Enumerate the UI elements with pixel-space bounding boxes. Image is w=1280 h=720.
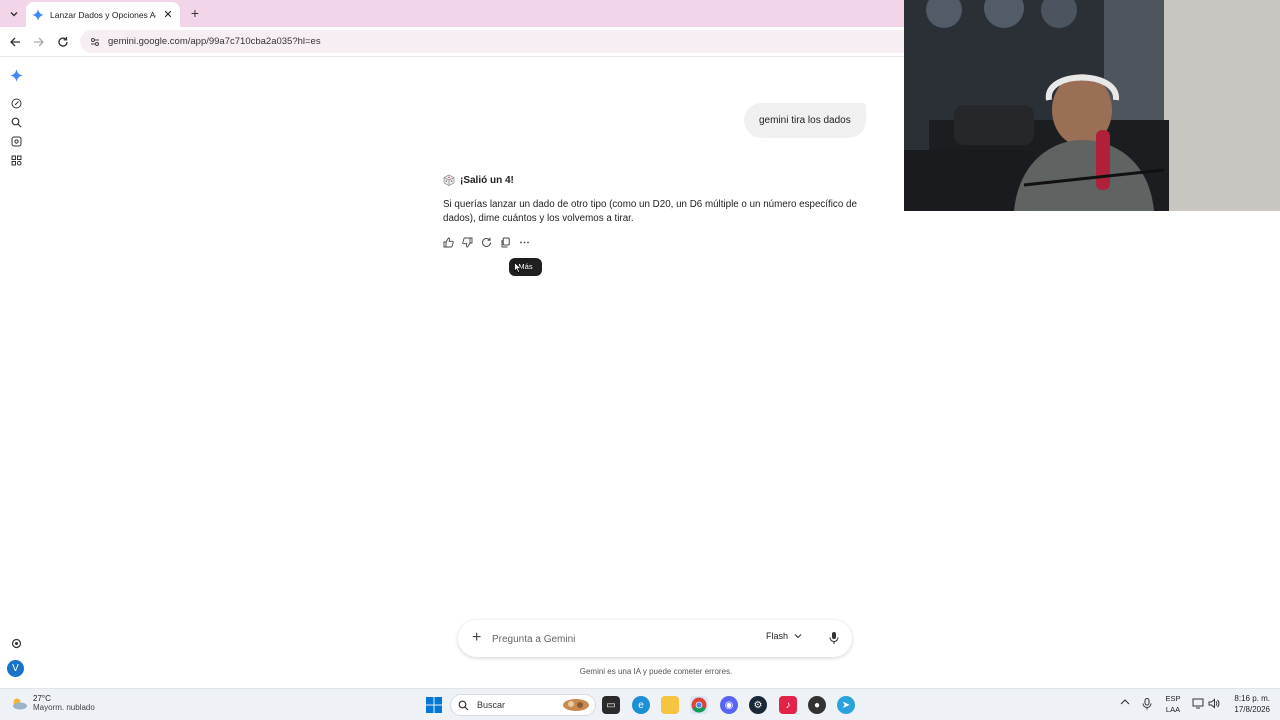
weather-widget[interactable]: 27°C Mayorm. nublado <box>10 694 95 712</box>
response-actions <box>442 236 530 248</box>
search-icon <box>458 700 469 710</box>
webcam-overlay <box>904 0 1280 211</box>
steam-icon[interactable]: ⚙ <box>749 696 767 714</box>
back-icon[interactable] <box>7 34 23 50</box>
gallery-icon[interactable] <box>9 134 23 148</box>
tiktok-icon[interactable]: ♪ <box>779 696 797 714</box>
chevron-down-icon <box>794 634 802 639</box>
thumbs-up-icon[interactable] <box>442 236 454 248</box>
volume-icon[interactable] <box>1208 698 1220 711</box>
forward-icon[interactable] <box>31 34 47 50</box>
weather-temp: 27°C <box>33 694 51 703</box>
close-tab-icon[interactable]: ✕ <box>162 8 174 21</box>
mic-tray-icon[interactable] <box>1142 698 1152 712</box>
taskbar-search[interactable]: Buscar <box>450 694 596 716</box>
response-title: ¡Salió un 4! <box>443 174 514 186</box>
gemini-icon <box>32 8 44 21</box>
search-icon[interactable] <box>9 115 23 129</box>
dice-icon <box>443 174 455 186</box>
search-highlight-icon <box>563 699 589 711</box>
taskbar: 27°C Mayorm. nublado Buscar ▭ e ◉ ⚙ ♪ ● … <box>0 688 1280 720</box>
language-indicator[interactable]: ESP LAA <box>1164 693 1182 715</box>
discord-icon[interactable]: ◉ <box>720 696 738 714</box>
response-body: Si querías lanzar un dado de otro tipo (… <box>443 199 857 224</box>
more-options-icon[interactable] <box>518 236 530 248</box>
cloud-icon <box>13 698 27 710</box>
settings-gear-icon[interactable] <box>9 636 23 650</box>
new-tab-icon[interactable]: + <box>188 5 202 21</box>
add-attachment-icon[interactable]: + <box>472 630 486 646</box>
tray-expand-icon[interactable] <box>1120 698 1130 708</box>
gemini-logo-icon[interactable] <box>9 68 23 82</box>
regenerate-icon[interactable] <box>480 236 492 248</box>
tab-title: Lanzar Dados y Opciones Adici <box>50 9 156 20</box>
model-selector[interactable]: Flash <box>766 631 802 641</box>
microphone-icon[interactable] <box>828 631 840 645</box>
lang-top: ESP <box>1165 694 1181 703</box>
site-info-icon[interactable] <box>90 37 100 47</box>
telegram-icon[interactable]: ➤ <box>837 696 855 714</box>
clock[interactable]: 8:16 p. m. 17/8/2026 <box>1224 693 1270 715</box>
url-text: gemini.google.com/app/99a7c710cba2a035?h… <box>108 36 321 47</box>
gems-icon[interactable] <box>9 153 23 167</box>
response-title-text: ¡Salió un 4! <box>460 174 514 186</box>
thumbs-down-icon[interactable] <box>461 236 473 248</box>
mouse-cursor-icon <box>514 262 522 273</box>
task-view-icon[interactable]: ▭ <box>602 696 620 714</box>
user-message-text: gemini tira los dados <box>759 115 851 126</box>
sidebar: V <box>0 58 32 688</box>
user-message: gemini tira los dados <box>744 103 866 138</box>
clock-date: 17/8/2026 <box>1234 705 1270 714</box>
edge-icon[interactable]: e <box>632 696 650 714</box>
chrome-icon[interactable] <box>690 696 708 714</box>
prompt-box: + Flash <box>458 620 852 657</box>
obs-icon[interactable]: ● <box>808 696 826 714</box>
copy-icon[interactable] <box>499 236 511 248</box>
tab-search-icon[interactable] <box>6 6 22 22</box>
windows-start-icon[interactable] <box>425 696 443 714</box>
browser-tab[interactable]: Lanzar Dados y Opciones Adici ✕ <box>26 2 180 27</box>
weather-desc: Mayorm. nublado <box>33 703 95 712</box>
prompt-input[interactable] <box>492 629 722 649</box>
file-explorer-icon[interactable] <box>661 696 679 714</box>
lang-bottom: LAA <box>1165 705 1181 714</box>
taskbar-search-label: Buscar <box>477 700 506 710</box>
clock-time: 8:16 p. m. <box>1234 694 1270 703</box>
new-chat-icon[interactable] <box>9 96 23 110</box>
model-label: Flash <box>766 631 789 641</box>
reload-icon[interactable] <box>55 34 71 50</box>
network-icon[interactable] <box>1192 698 1204 711</box>
disclaimer: Gemini es una IA y puede cometer errores… <box>579 667 733 676</box>
